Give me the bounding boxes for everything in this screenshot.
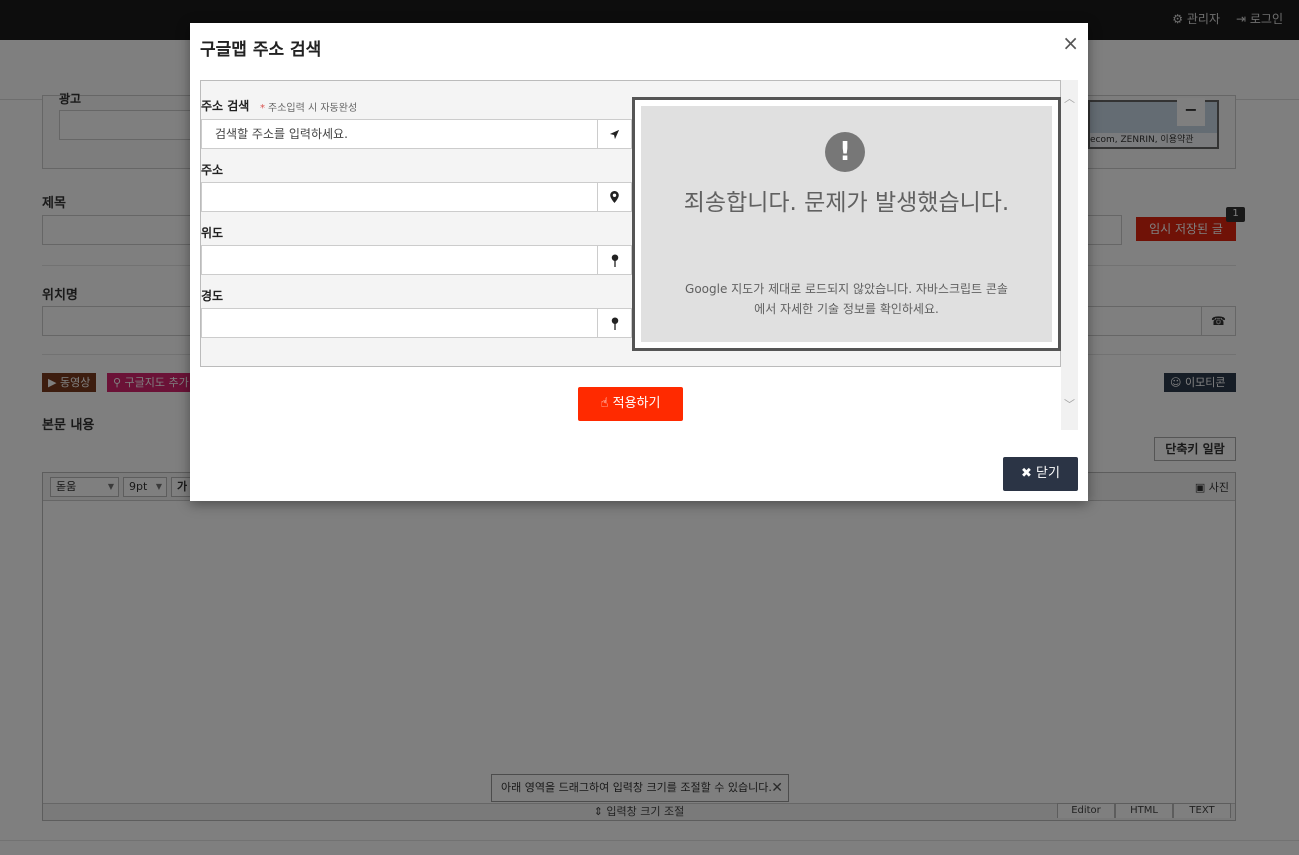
- modal-close-button[interactable]: ✖ 닫기: [1003, 457, 1078, 491]
- locate-button[interactable]: [597, 120, 631, 148]
- autocomplete-hint: * 주소입력 시 자동완성: [260, 103, 358, 114]
- map-marker-icon: [610, 191, 619, 203]
- address-input[interactable]: [202, 183, 598, 211]
- modal-body: 주소 검색 *주소입력 시 자동완성 주소 위도: [200, 80, 1078, 430]
- search-input[interactable]: [202, 120, 598, 148]
- chevron-down-icon[interactable]: ﹀: [1063, 396, 1076, 412]
- search-label-text: 주소 검색: [201, 99, 250, 113]
- longitude-input[interactable]: [202, 309, 598, 337]
- address-form-panel: 주소 검색 *주소입력 시 자동완성 주소 위도: [200, 80, 1061, 367]
- address-addon: [597, 183, 631, 211]
- map-error-panel: ! 죄송합니다. 문제가 발생했습니다. Google 지도가 제대로 로드되지…: [641, 106, 1052, 342]
- address-label: 주소: [201, 163, 224, 177]
- pushpin-icon: [611, 253, 618, 267]
- error-icon: !: [825, 132, 865, 172]
- latitude-field: [201, 245, 632, 275]
- address-field: [201, 182, 632, 212]
- pushpin-icon: [611, 316, 618, 330]
- search-label: 주소 검색: [201, 97, 249, 114]
- apply-button[interactable]: ☝ 적용하기: [578, 387, 683, 421]
- close-icon[interactable]: ×: [1062, 31, 1079, 55]
- map-error-message: Google 지도가 제대로 로드되지 않았습니다. 자바스크립트 콘솔에서 자…: [685, 282, 1008, 316]
- longitude-label: 경도: [201, 289, 224, 303]
- map-error-title: 죄송합니다. 문제가 발생했습니다.: [683, 190, 1010, 216]
- navigation-arrow-icon: [609, 129, 620, 139]
- address-search-modal: 구글맵 주소 검색 × 주소 검색 *주소입력 시 자동완성 주소 위도: [190, 23, 1088, 501]
- chevron-up-icon[interactable]: ︿: [1063, 90, 1076, 106]
- latitude-label: 위도: [201, 226, 224, 240]
- latitude-input[interactable]: [202, 246, 598, 274]
- search-field: [201, 119, 632, 149]
- hand-pointer-icon: ☝: [600, 396, 613, 411]
- modal-scrollbar[interactable]: ︿ ﹀: [1061, 80, 1078, 430]
- apply-button-label: 적용하기: [612, 396, 661, 411]
- google-map-container[interactable]: ! 죄송합니다. 문제가 발생했습니다. Google 지도가 제대로 로드되지…: [632, 97, 1061, 351]
- autocomplete-hint-text: 주소입력 시 자동완성: [268, 103, 358, 114]
- longitude-field: [201, 308, 632, 338]
- longitude-addon: [597, 309, 631, 337]
- latitude-addon: [597, 246, 631, 274]
- modal-title: 구글맵 주소 검색: [200, 40, 322, 60]
